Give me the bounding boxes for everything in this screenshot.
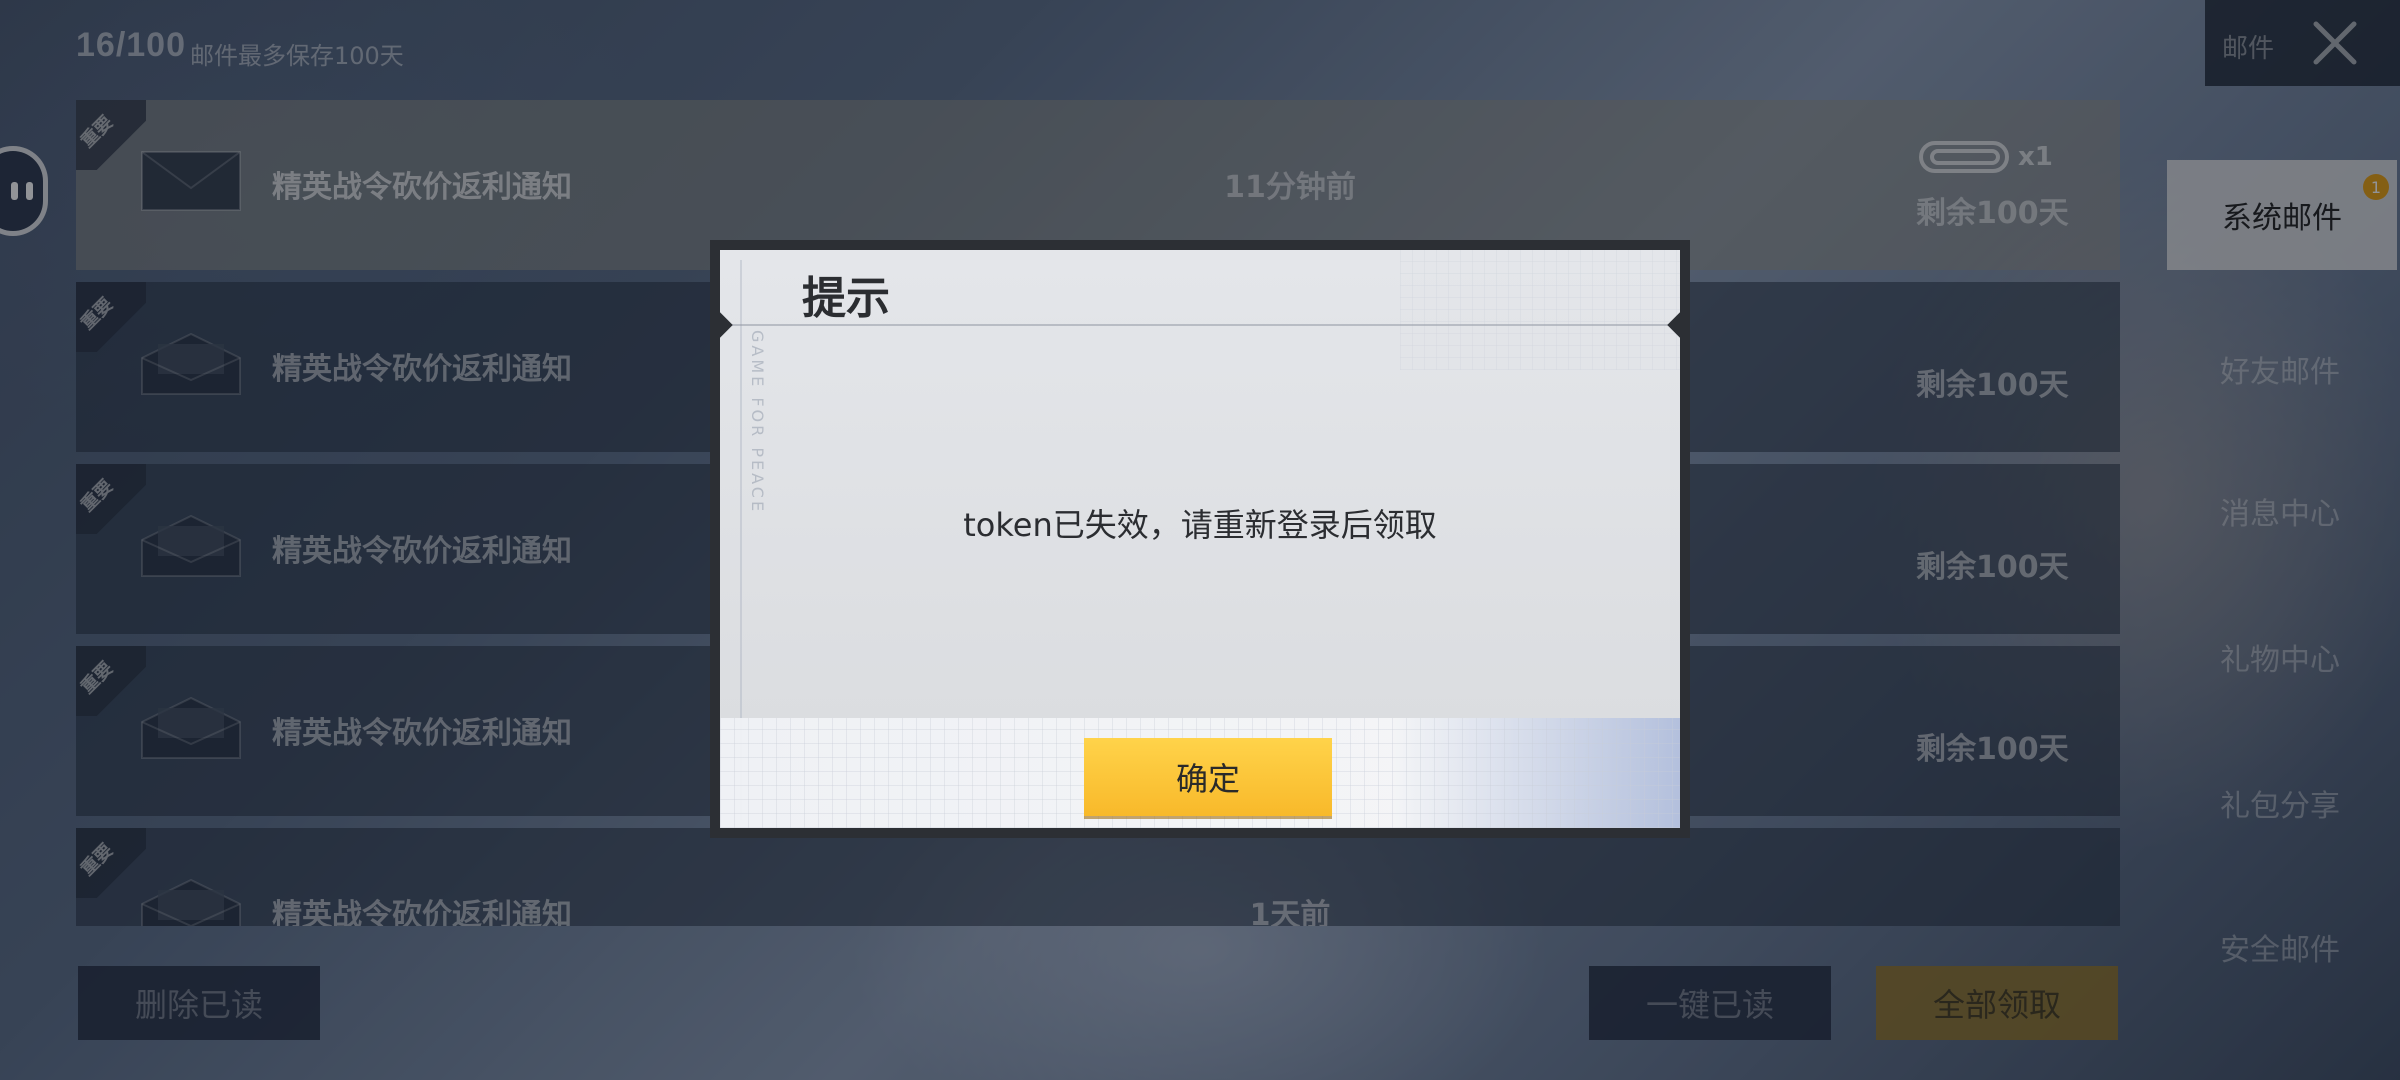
divider-end-left bbox=[720, 312, 733, 338]
alert-dialog: GAME FOR PEACE 提示 token已失效，请重新登录后领取 确定 bbox=[710, 240, 1690, 838]
title-divider bbox=[720, 324, 1680, 326]
dialog-grid-decoration bbox=[1400, 250, 1680, 370]
confirm-button[interactable]: 确定 bbox=[1084, 738, 1332, 816]
dialog-body: GAME FOR PEACE 提示 token已失效，请重新登录后领取 确定 bbox=[720, 250, 1680, 828]
dialog-title: 提示 bbox=[802, 273, 890, 324]
dialog-message: token已失效，请重新登录后领取 bbox=[963, 506, 1437, 544]
game-stamp-decoration: GAME FOR PEACE bbox=[748, 330, 767, 515]
